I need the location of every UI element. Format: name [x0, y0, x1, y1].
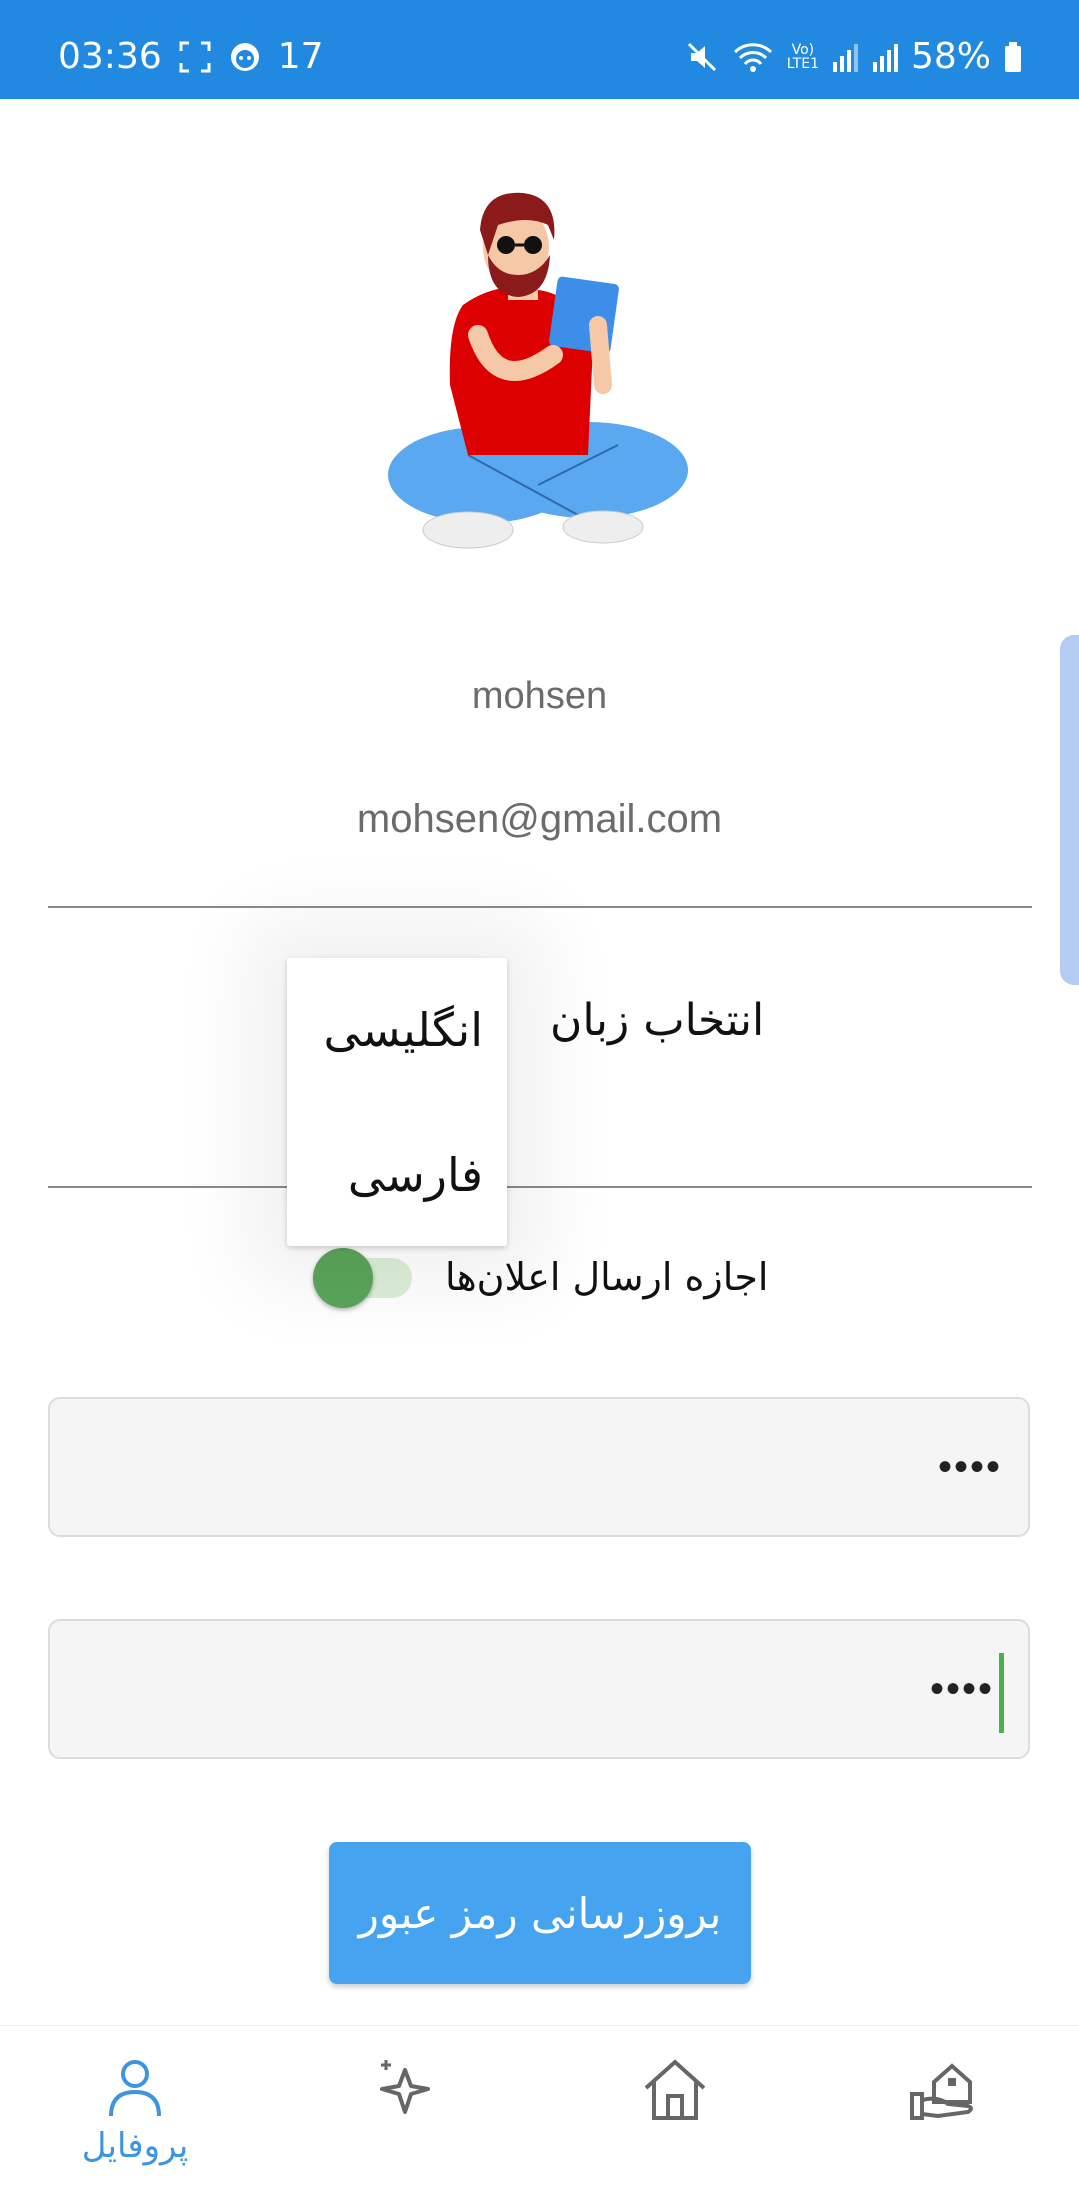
notification-count: 17	[277, 36, 324, 77]
home-icon	[640, 2056, 710, 2126]
update-password-button[interactable]: بروزرسانی رمز عبور	[329, 1842, 751, 1984]
nav-item-property[interactable]	[893, 2056, 993, 2176]
language-option-english[interactable]: انگلیسی	[324, 1003, 483, 1057]
profile-avatar	[388, 185, 693, 560]
screenshot-icon	[178, 40, 212, 74]
signal-icon-1	[831, 40, 859, 74]
language-dropdown-menu: انگلیسی فارسی	[287, 958, 507, 1246]
language-label: انتخاب زبان	[550, 995, 765, 1046]
house-hand-icon	[908, 2056, 978, 2126]
mute-icon	[685, 40, 719, 74]
current-password-value: ••••	[937, 1445, 1002, 1489]
nav-item-home[interactable]	[625, 2056, 725, 2176]
user-icon	[105, 2056, 165, 2124]
notifications-toggle[interactable]	[313, 1248, 373, 1308]
nav-label-profile: پروفایل	[81, 2126, 189, 2166]
bottom-nav: پروفایل	[0, 2025, 1079, 2196]
profile-username: mohsen	[471, 675, 608, 717]
divider-bottom	[48, 1186, 1032, 1188]
sparkle-icon	[372, 2056, 438, 2126]
volte-icon: Vo) LTE1	[786, 41, 819, 72]
nav-item-profile[interactable]: پروفایل	[81, 2056, 189, 2176]
wifi-icon	[731, 40, 775, 74]
signal-icon-2	[871, 40, 899, 74]
profile-email: mohsen@gmail.com	[356, 797, 723, 841]
text-cursor	[999, 1653, 1004, 1733]
status-bar: 03:36 17 Vo) LTE1 58%	[0, 0, 1079, 99]
battery-icon	[1003, 40, 1023, 74]
language-option-persian[interactable]: فارسی	[348, 1148, 483, 1202]
new-password-field[interactable]: ••••	[48, 1619, 1030, 1759]
status-time: 03:36	[58, 36, 162, 77]
edge-panel-handle[interactable]	[1060, 635, 1079, 985]
current-password-field[interactable]: ••••	[48, 1397, 1030, 1537]
new-password-value: ••••	[929, 1667, 994, 1711]
divider-top	[48, 906, 1032, 908]
battery-percent: 58%	[910, 36, 991, 77]
nav-item-sparkle[interactable]	[355, 2056, 455, 2176]
notifications-label: اجازه ارسال اعلان‌ها	[445, 1255, 769, 1299]
face-icon	[228, 40, 262, 74]
